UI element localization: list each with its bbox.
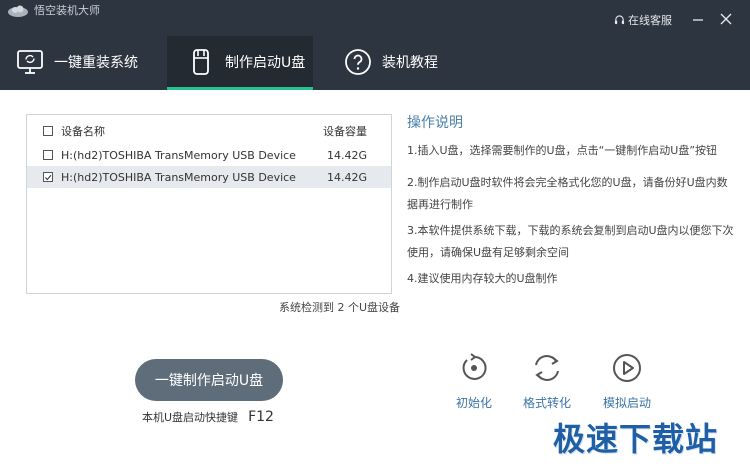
- device-count-text: 系统检测到 2 个U盘设备: [279, 301, 401, 314]
- initialize-label: 初始化: [455, 396, 492, 410]
- device-checkbox[interactable]: [43, 150, 53, 160]
- app-title: 悟空装机大师: [34, 4, 100, 17]
- checkmark-icon: [44, 174, 52, 180]
- device-list-header: 设备名称 设备容量: [27, 120, 391, 142]
- instruction-item: 2.制作启动U盘时软件将会完全格式化您的U盘，请备份好U盘内数据再进行制作: [407, 176, 728, 211]
- format-convert-button[interactable]: 格式转化: [522, 352, 572, 411]
- question-circle-icon: [344, 48, 372, 76]
- hotkey-value: F12: [248, 409, 274, 425]
- device-name: H:(hd2)TOSHIBA TransMemory USB Device: [61, 170, 296, 184]
- online-service-label: 在线客服: [628, 14, 672, 27]
- monitor-refresh-icon: [16, 48, 44, 76]
- initialize-button[interactable]: 初始化: [449, 352, 499, 411]
- refresh-dot-icon: [462, 353, 487, 380]
- format-convert-label: 格式转化: [522, 396, 571, 410]
- device-capacity: 14.42G: [327, 148, 368, 162]
- device-row[interactable]: H:(hd2)TOSHIBA TransMemory USB Device 14…: [27, 166, 391, 188]
- tab-reinstall-label: 一键重装系统: [54, 55, 138, 71]
- device-checkbox[interactable]: [43, 172, 53, 182]
- tab-reinstall-system[interactable]: 一键重装系统: [16, 36, 156, 88]
- simulate-boot-label: 模拟启动: [602, 396, 651, 410]
- title-bar: 悟空装机大师 在线客服 一键重装系统 制作启动U盘 装机教程: [0, 0, 750, 90]
- device-capacity: 14.42G: [327, 170, 368, 184]
- simulate-boot-button[interactable]: 模拟启动: [602, 352, 652, 411]
- app-logo-icon: [8, 5, 28, 17]
- play-circle-icon: [613, 354, 641, 382]
- minimize-button[interactable]: [688, 9, 708, 29]
- instruction-item: 1.插入U盘，选择需要制作的U盘，点击“一键制作启动U盘”按钮: [407, 144, 718, 157]
- service-headset-icon: [614, 14, 625, 24]
- instruction-item: 4.建议使用内存较大的U盘制作: [407, 272, 558, 285]
- close-button[interactable]: [716, 9, 736, 29]
- instructions-title: 操作说明: [407, 115, 463, 131]
- tab-make-usb-label: 制作启动U盘: [225, 55, 306, 71]
- watermark-text: 极速下载站: [553, 420, 719, 458]
- make-boot-usb-button[interactable]: 一键制作启动U盘: [135, 359, 283, 401]
- device-list: 设备名称 设备容量 H:(hd2)TOSHIBA TransMemory USB…: [26, 114, 392, 294]
- tab-tutorial[interactable]: 装机教程: [344, 36, 454, 88]
- minimize-icon: [693, 19, 703, 21]
- online-service-link[interactable]: 在线客服: [614, 12, 672, 28]
- close-icon: [720, 13, 732, 25]
- hotkey-info: 本机U盘启动快捷键 F12: [142, 409, 274, 425]
- instruction-item: 3.本软件提供系统下载，下载的系统会复制到启动U盘内以便您下次使用，请确保U盘有…: [407, 224, 734, 259]
- tab-tutorial-label: 装机教程: [382, 55, 438, 71]
- device-row[interactable]: H:(hd2)TOSHIBA TransMemory USB Device 14…: [27, 144, 391, 166]
- tab-make-usb[interactable]: 制作启动U盘: [167, 36, 313, 90]
- hotkey-label: 本机U盘启动快捷键: [142, 411, 239, 424]
- convert-arrows-icon: [535, 355, 559, 381]
- header-device-capacity: 设备容量: [323, 125, 367, 138]
- device-name: H:(hd2)TOSHIBA TransMemory USB Device: [61, 148, 296, 162]
- active-tab-indicator: [167, 87, 313, 90]
- header-device-name: 设备名称: [61, 125, 105, 138]
- usb-drive-icon: [187, 48, 215, 76]
- select-all-checkbox[interactable]: [43, 126, 53, 136]
